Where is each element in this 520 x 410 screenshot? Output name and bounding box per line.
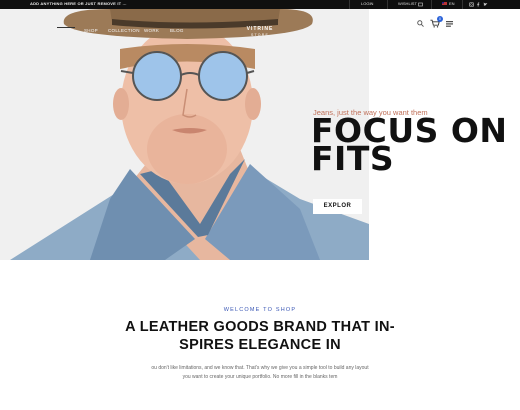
brand-title-line1: A LEATHER GOODS BRAND THAT IN- bbox=[125, 319, 395, 335]
nav-item-work[interactable]: WORK bbox=[144, 28, 159, 33]
menu-icon[interactable] bbox=[418, 2, 423, 7]
wishlist-link[interactable]: WISHLIST bbox=[398, 1, 417, 6]
flag-icon bbox=[442, 2, 447, 5]
hero-headline: FOCUS ON FITS bbox=[311, 114, 508, 175]
hamburger-icon[interactable] bbox=[446, 21, 453, 27]
divider bbox=[462, 0, 463, 9]
logo[interactable]: VITRINE bbox=[244, 26, 276, 32]
divider bbox=[387, 0, 388, 9]
search-icon[interactable] bbox=[417, 20, 424, 27]
cart-count-badge: 0 bbox=[437, 16, 443, 22]
facebook-icon[interactable] bbox=[476, 2, 481, 7]
divider bbox=[349, 0, 350, 9]
intro-body-line2: you want to create your unique portfolio… bbox=[182, 373, 338, 380]
login-label: LOGIN bbox=[361, 1, 374, 6]
login-link[interactable]: LOGIN bbox=[361, 1, 373, 6]
language-selector[interactable]: EN bbox=[442, 1, 455, 6]
wishlist-label: WISHLIST bbox=[398, 1, 417, 6]
brand-title: A LEATHER GOODS BRAND THAT IN- SPIRES EL… bbox=[120, 318, 400, 354]
hero-section: SHOP COLLECTION WORK BLOG VITRINE STORE … bbox=[0, 9, 520, 260]
nav-item-blog[interactable]: BLOG bbox=[170, 28, 184, 33]
announcement-text: ADD ANYTHING HERE OR JUST REMOVE IT ... bbox=[30, 1, 127, 6]
logo-subtitle: STORE bbox=[251, 33, 269, 37]
welcome-eyebrow: WELCOME TO SHOP bbox=[223, 307, 297, 313]
divider bbox=[431, 0, 432, 9]
nav-accent-line bbox=[57, 27, 75, 28]
twitter-icon[interactable] bbox=[483, 2, 488, 7]
nav-item-collection[interactable]: COLLECTION bbox=[108, 28, 140, 33]
intro-body-line1: ou don't like limitations, and we know t… bbox=[151, 365, 369, 371]
language-label: EN bbox=[449, 1, 455, 6]
intro-body-text: ou don't like limitations, and we know t… bbox=[120, 364, 400, 381]
brand-title-line2: SPIRES ELEGANCE IN bbox=[179, 337, 341, 353]
top-bar: ADD ANYTHING HERE OR JUST REMOVE IT ... … bbox=[0, 0, 520, 9]
explore-button[interactable]: EXPLOR bbox=[313, 199, 362, 214]
instagram-icon[interactable] bbox=[469, 2, 474, 7]
nav-item-shop[interactable]: SHOP bbox=[84, 28, 98, 33]
